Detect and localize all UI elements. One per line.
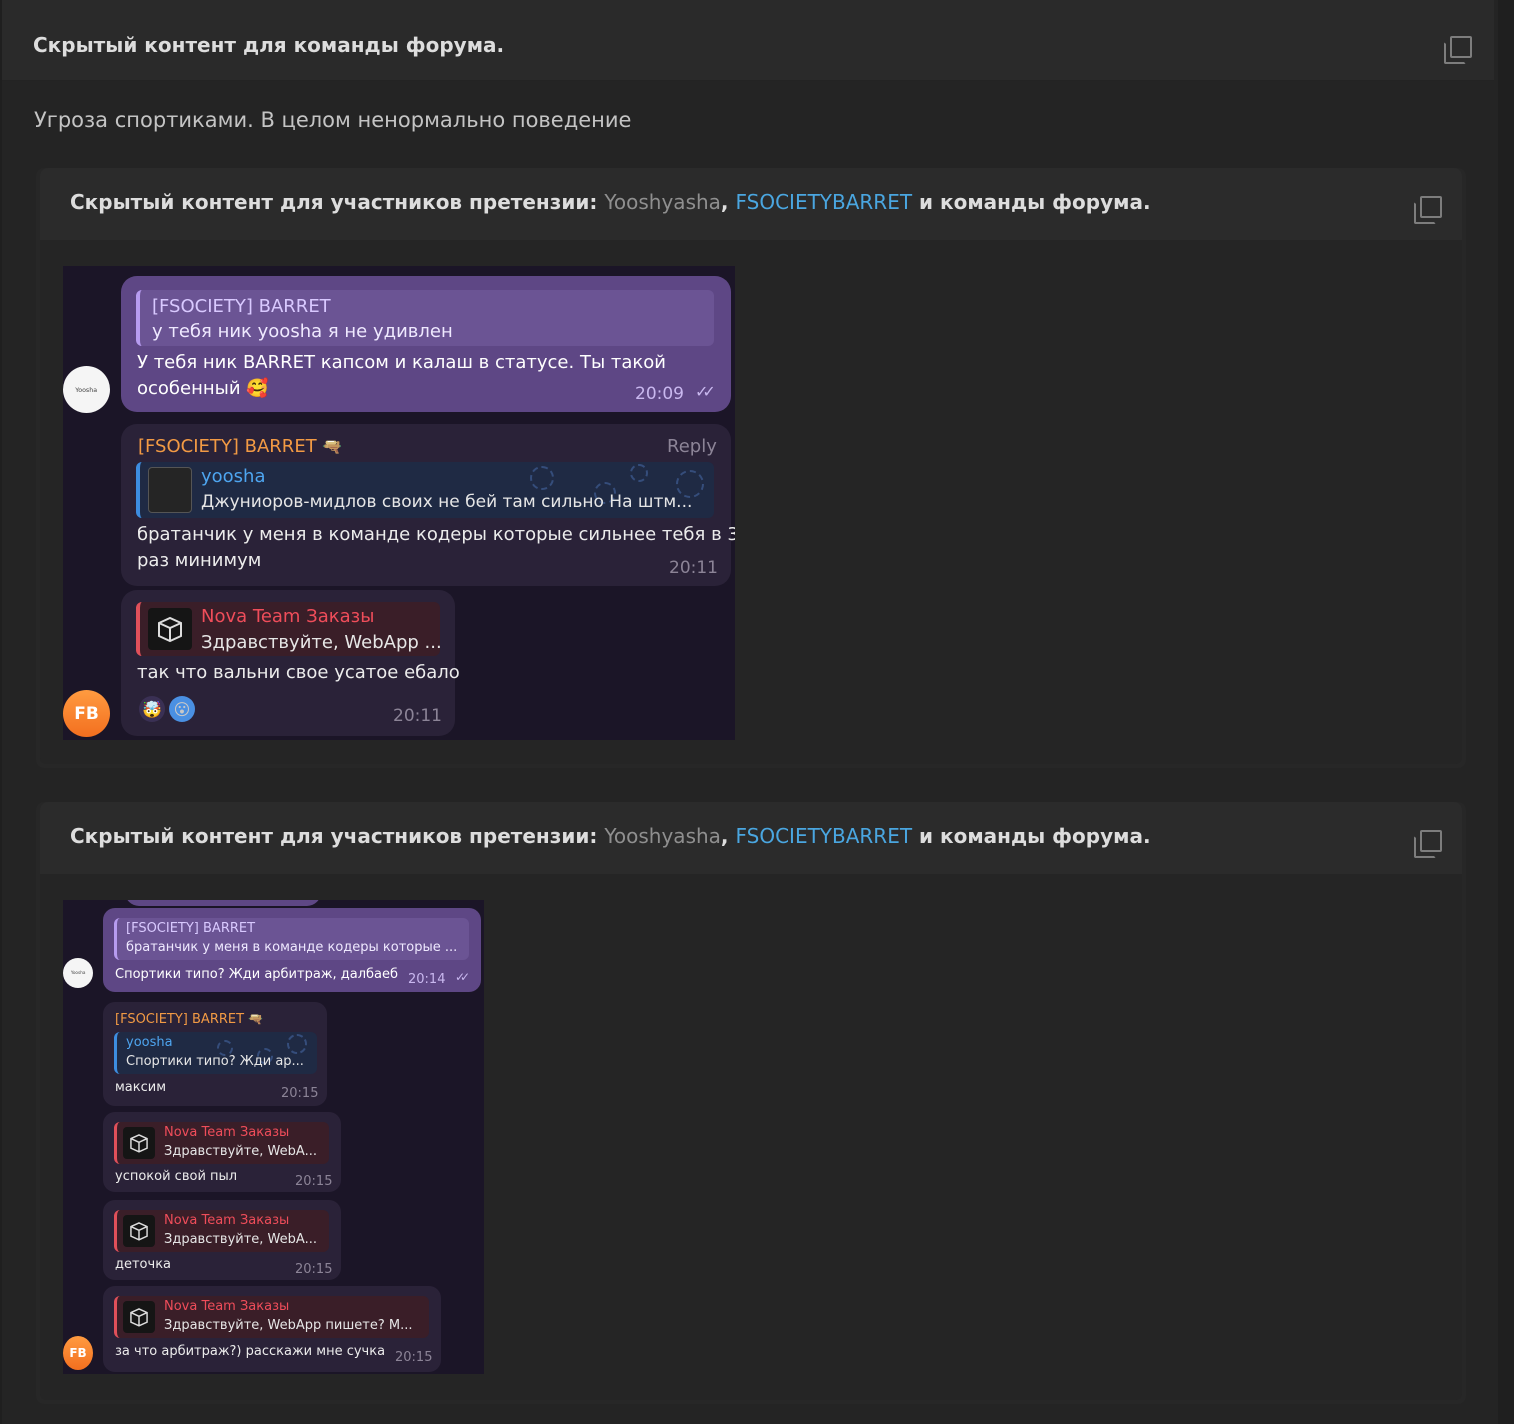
quote-sender: yoosha [126,1035,173,1050]
spoiler-header[interactable]: Скрытый контент для участников претензии… [40,802,1462,874]
quote-sender: [FSOCIETY] BARRET [152,296,331,317]
chat-bubble-incoming: Nova Team Заказы Здравствуйте, WebApp пи… [103,1286,441,1372]
box-icon [123,1301,155,1333]
chat-bubble-outgoing: [FSOCIETY] BARRET братанчик у меня в ком… [103,908,481,992]
chat-bubble-incoming: Nova Team Заказы Здравствуйте, WebA... д… [103,1200,341,1280]
user-link-fsocietybarret[interactable]: FSOCIETYBARRET [735,824,912,848]
message-time: 20:15 [281,1086,319,1101]
user-link-fsocietybarret[interactable]: FSOCIETYBARRET [735,190,912,214]
quote-sender: Nova Team Заказы [201,606,375,627]
spoiler-block-1: Скрытый контент для участников претензии… [36,168,1466,768]
avatar: Yoosha [63,366,110,413]
telegram-screenshot-1[interactable]: Yoosha [FSOCIETY] BARRET у тебя ник yoos… [63,266,735,740]
user-link-yooshyasha[interactable]: Yooshyasha [604,190,721,214]
reply-quote: yoosha Джуниоров-мидлов своих не бей там… [136,462,714,518]
outer-spoiler: Скрытый контент для команды форума. Угро… [2,0,1498,1424]
message-time: 20:09 [635,384,684,404]
message-text: Спортики типо? Жди арбитраж, далбаеб [115,967,399,982]
reply-quote: Nova Team Заказы Здравствуйте, WebA... [114,1210,329,1252]
message-text: деточка [115,1257,172,1272]
quote-text: Спортики типо? Жди ар... [126,1054,304,1069]
chat-bubble-outgoing: [FSOCIETY] BARRET у тебя ник yoosha я не… [121,276,731,412]
quote-text: Здравствуйте, WebApp пишете? М... [164,1318,413,1333]
quote-sender: Nova Team Заказы [164,1213,290,1228]
message-time: 20:15 [395,1350,433,1365]
reaction-avatar[interactable]: 😮 [169,696,195,722]
message-text: максим [115,1080,167,1095]
copy-icon[interactable] [1414,196,1442,224]
avatar: FB [63,1336,93,1370]
message-time: 20:15 [295,1174,333,1189]
chat-bubble-incoming: Nova Team Заказы Здравствуйте, WebA... у… [103,1112,341,1192]
gun-icon: 🔫 [322,437,343,456]
chat-bubble-incoming: [FSOCIETY] BARRET 🔫 Reply yoosha Джуниор… [121,424,735,586]
copy-icon[interactable] [1414,830,1442,858]
spoiler-title: Скрытый контент для участников претензии… [70,190,1151,214]
sender-name: [FSOCIETY] BARRET 🔫 [138,436,343,457]
quote-text: у тебя ник yoosha я не удивлен [152,321,453,342]
quote-sender: Nova Team Заказы [164,1125,290,1140]
message-text: так что вальни свое усатое ебало [137,662,460,683]
reason-text: Угроза спортиками. В целом ненормально п… [34,108,632,132]
user-link-yooshyasha[interactable]: Yooshyasha [604,824,721,848]
spoiler-header[interactable]: Скрытый контент для участников претензии… [40,168,1462,240]
message-time: 20:15 [295,1262,333,1277]
message-text: особенный 🥰 [137,378,269,399]
quote-sender: [FSOCIETY] BARRET [126,921,256,936]
reply-quote: [FSOCIETY] BARRET у тебя ник yoosha я не… [136,290,714,346]
reply-quote: [FSOCIETY] BARRET братанчик у меня в ком… [114,918,469,960]
message-time: 20:11 [393,706,442,726]
outer-spoiler-title: Скрытый контент для команды форума. [33,33,505,57]
box-icon [148,608,192,650]
outer-spoiler-header[interactable]: Скрытый контент для команды форума. [2,0,1494,81]
chat-bubble-incoming: [FSOCIETY] BARRET 🔫 yoosha Спортики типо… [103,1002,327,1106]
quote-sender: yoosha [201,466,266,487]
quote-text: Джуниоров-мидлов своих не бей там сильно… [201,492,693,512]
message-text: У тебя ник BARRET капсом и калаш в стату… [137,352,666,373]
quote-text: Здравствуйте, WebA... [164,1232,317,1247]
quote-thumbnail [148,467,192,513]
message-text: успокой свой пыл [115,1169,238,1184]
reply-quote: Nova Team Заказы Здравствуйте, WebApp пи… [114,1296,429,1338]
reply-quote: Nova Team Заказы Здравствуйте, WebA... [114,1122,329,1164]
quote-text: Здравствуйте, WebApp ... [201,632,440,653]
quote-text: братанчик у меня в команде кодеры которы… [126,940,458,955]
quote-text: Здравствуйте, WebA... [164,1144,317,1159]
message-time: 20:11 [669,558,718,578]
chat-bubble-outgoing [125,900,321,906]
gun-icon: 🔫 [248,1012,264,1026]
message-text: раз минимум [137,550,262,571]
reply-quote: Nova Team Заказы Здравствуйте, WebApp ..… [136,602,440,656]
sender-name: [FSOCIETY] BARRET 🔫 [115,1012,264,1027]
message-text: за что арбитраж?) расскажи мне сучка [115,1344,386,1359]
reaction-exploding-head[interactable]: 🤯 [139,696,165,722]
emoji: 🥰 [246,378,269,399]
avatar: FB [63,690,110,737]
reply-link[interactable]: Reply [667,436,717,457]
avatar: Yoosha [63,958,93,988]
reply-quote: yoosha Спортики типо? Жди ар... [114,1032,317,1074]
chat-bubble-incoming: Nova Team Заказы Здравствуйте, WebApp ..… [121,590,460,736]
spoiler-block-2: Скрытый контент для участников претензии… [36,802,1466,1404]
message-text: братанчик у меня в команде кодеры которы… [137,524,735,545]
spoiler-title: Скрытый контент для участников претензии… [70,824,1151,848]
box-icon [123,1127,155,1159]
copy-icon[interactable] [1444,36,1472,64]
box-icon [123,1215,155,1247]
double-check-icon: ✓✓ [695,382,716,401]
telegram-screenshot-2[interactable]: Yoosha [FSOCIETY] BARRET братанчик у мен… [63,900,484,1374]
double-check-icon: ✓✓ [455,970,470,984]
message-time: 20:14 [408,972,446,987]
quote-sender: Nova Team Заказы [164,1299,290,1314]
